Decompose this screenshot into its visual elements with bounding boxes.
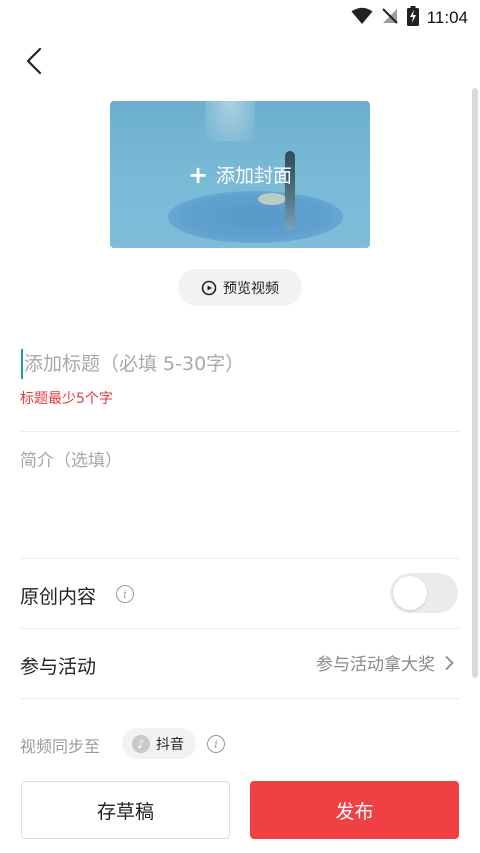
- sync-label: 视频同步至: [20, 737, 101, 756]
- info-icon[interactable]: i: [116, 585, 134, 603]
- wifi-icon: [351, 7, 373, 29]
- title-input[interactable]: [20, 346, 460, 382]
- scrollbar[interactable]: [472, 88, 478, 678]
- publish-button[interactable]: 发布: [250, 781, 459, 839]
- chevron-right-icon: [445, 655, 454, 670]
- add-cover-label: 添加封面: [216, 165, 293, 187]
- activity-value: 参与活动拿大奖: [316, 655, 435, 675]
- text-caret: [21, 349, 23, 379]
- cover-overlay: + 添加封面: [110, 101, 370, 248]
- original-content-label: 原创内容: [20, 586, 97, 608]
- divider: [20, 698, 460, 699]
- preview-video-button[interactable]: 预览视频: [178, 269, 302, 306]
- douyin-label: 抖音: [156, 736, 184, 753]
- preview-video-label: 预览视频: [223, 280, 279, 297]
- douyin-sync-chip[interactable]: ♪ 抖音: [122, 728, 196, 759]
- status-time: 11:04: [426, 8, 468, 27]
- douyin-logo-icon: ♪: [132, 734, 150, 753]
- status-icons: 11:04: [351, 6, 468, 30]
- divider: [20, 431, 460, 432]
- no-signal-icon: [381, 7, 399, 29]
- save-draft-button[interactable]: 存草稿: [21, 781, 230, 839]
- intro-input[interactable]: [20, 446, 460, 546]
- battery-charging-icon: [406, 6, 419, 30]
- status-bar: 11:04: [0, 0, 480, 34]
- toggle-knob: [393, 576, 427, 610]
- play-circle-icon: [201, 280, 217, 295]
- add-cover-button[interactable]: + 添加封面: [110, 101, 370, 248]
- info-icon[interactable]: i: [207, 735, 225, 753]
- plus-icon: +: [187, 160, 209, 189]
- chevron-left-icon: [26, 47, 42, 75]
- divider: [20, 558, 460, 559]
- title-error-text: 标题最少5个字: [20, 391, 113, 407]
- back-button[interactable]: [18, 44, 50, 78]
- divider: [20, 628, 460, 629]
- activity-label: 参与活动: [20, 656, 97, 678]
- publish-video-page: 11:04 + 添加封面 预览视频 标题最少5个字 原创内容 i 参与活动 参: [0, 0, 480, 853]
- original-content-toggle[interactable]: [390, 573, 458, 613]
- activity-selector[interactable]: 参与活动拿大奖: [316, 650, 454, 675]
